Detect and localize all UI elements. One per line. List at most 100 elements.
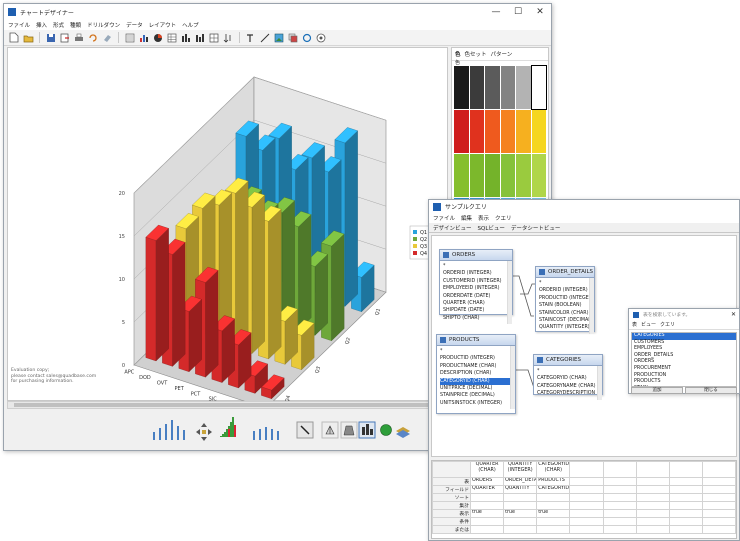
tab-design-view[interactable]: デザインビュー xyxy=(433,224,472,232)
empty-cell[interactable] xyxy=(668,525,703,534)
grid-cell[interactable]: ORDER_DETAILS xyxy=(503,477,538,486)
column-header[interactable]: QUARTER (CHAR) xyxy=(469,461,505,478)
help-icon[interactable] xyxy=(315,32,327,44)
column-header[interactable]: CATEGORYID (CHAR) xyxy=(536,461,571,478)
grid-cell[interactable] xyxy=(469,501,505,510)
empty-cell[interactable] xyxy=(635,485,670,494)
tab-datasheet-view[interactable]: データシートビュー xyxy=(511,224,561,232)
column-chart-icon[interactable] xyxy=(194,32,206,44)
table-icon[interactable] xyxy=(166,32,178,44)
field-item[interactable]: STAINCOST (DECIMAL) xyxy=(539,317,591,324)
empty-cell[interactable] xyxy=(701,509,737,518)
menu-layout[interactable]: レイアウト xyxy=(149,21,177,29)
table-list-item[interactable]: PROCUREMENT xyxy=(632,366,736,373)
field-item[interactable]: ORDERID (INTEGER) xyxy=(443,270,509,277)
field-item[interactable]: CATEGORYDESCRIPTION (CHAR) xyxy=(537,390,599,397)
menu-view[interactable]: 表示 xyxy=(478,214,489,222)
menu-query[interactable]: クエリ xyxy=(495,214,512,222)
column-header[interactable]: QUANTITY (INTEGER) xyxy=(503,461,538,478)
menu-file[interactable]: ファイル xyxy=(433,214,455,222)
empty-cell[interactable] xyxy=(635,477,670,486)
field-item[interactable]: UNITSINSTOCK (INTEGER) xyxy=(440,400,512,407)
empty-cell[interactable] xyxy=(701,517,737,526)
empty-cell[interactable] xyxy=(668,509,703,518)
field-item[interactable]: SHIPTO (CHAR) xyxy=(443,315,509,322)
empty-cell[interactable] xyxy=(602,493,637,502)
table-products[interactable]: PRODUCTS * PRODUCTID (INTEGER) PRODUCTNAME … xyxy=(436,334,516,414)
color-swatch[interactable] xyxy=(485,66,500,109)
color-swatch[interactable] xyxy=(516,110,531,153)
empty-cell[interactable] xyxy=(602,517,637,526)
dialog-close-icon[interactable]: ✕ xyxy=(731,311,739,318)
grid-cell[interactable] xyxy=(503,525,538,534)
chart-type-icon[interactable] xyxy=(138,32,150,44)
empty-cell[interactable] xyxy=(602,509,637,518)
field-item[interactable]: PRODUCTID (INTEGER) xyxy=(440,355,512,362)
color-swatch[interactable] xyxy=(516,154,531,197)
image-insert-icon[interactable] xyxy=(273,32,285,44)
grid-cell[interactable] xyxy=(469,525,505,534)
field-item[interactable]: PRODUCTID (INTEGER) xyxy=(539,295,591,302)
empty-cell[interactable] xyxy=(701,501,737,510)
grid-cell[interactable] xyxy=(536,501,571,510)
table-orders[interactable]: ORDERS * ORDERID (INTEGER) CUSTOMERID (INTE… xyxy=(439,249,513,325)
field-item[interactable]: EMPLOYEEID (INTEGER) xyxy=(443,285,509,292)
empty-cell[interactable] xyxy=(635,509,670,518)
menu-data[interactable]: データ xyxy=(126,21,143,29)
print-icon[interactable] xyxy=(73,32,85,44)
color-swatch[interactable] xyxy=(454,66,469,109)
depth-slider-icon[interactable] xyxy=(218,417,236,437)
empty-cell[interactable] xyxy=(668,461,703,478)
color-swatch[interactable] xyxy=(530,65,547,110)
empty-cell[interactable] xyxy=(635,517,670,526)
empty-cell[interactable] xyxy=(569,509,604,518)
empty-cell[interactable] xyxy=(701,485,737,494)
empty-cell[interactable] xyxy=(569,493,604,502)
sort-icon[interactable] xyxy=(222,32,234,44)
empty-cell[interactable] xyxy=(668,477,703,486)
grid-cell[interactable]: ORDERS xyxy=(469,477,505,486)
height-slider-icon[interactable] xyxy=(253,427,279,440)
eraser-icon[interactable] xyxy=(101,32,113,44)
field-item[interactable]: STAINPRICE (DECIMAL) xyxy=(440,392,512,399)
tab-tables[interactable]: 表 xyxy=(632,321,637,328)
empty-cell[interactable] xyxy=(602,485,637,494)
field-item[interactable]: QUANTITY (INTEGER) xyxy=(539,324,591,331)
grid-cell[interactable] xyxy=(536,517,571,526)
table-order-details[interactable]: ORDER_DETAILS * ORDERID (INTEGER) PRODUCTID… xyxy=(535,266,595,334)
color-swatch[interactable] xyxy=(531,110,546,153)
empty-cell[interactable] xyxy=(668,501,703,510)
grid-cell[interactable]: CATEGORYID xyxy=(536,485,571,494)
tab-color-set[interactable]: 色セット xyxy=(465,50,487,58)
field-item[interactable]: * xyxy=(537,368,599,375)
close-button[interactable]: ✕ xyxy=(529,7,551,17)
field-item[interactable]: QUARTER (CHAR) xyxy=(443,300,509,307)
text-icon[interactable] xyxy=(245,32,257,44)
bar-Q4-APC[interactable] xyxy=(145,224,169,362)
menu-insert[interactable]: 挿入 xyxy=(36,21,47,29)
color-swatch[interactable] xyxy=(531,154,546,197)
empty-cell[interactable] xyxy=(701,461,737,478)
empty-cell[interactable] xyxy=(602,477,637,486)
field-item[interactable]: ORDERID (INTEGER) xyxy=(539,287,591,294)
empty-cell[interactable] xyxy=(668,493,703,502)
light-source-icon[interactable] xyxy=(380,424,392,436)
copy-icon[interactable] xyxy=(287,32,299,44)
field-list-scrollbar[interactable] xyxy=(507,261,512,325)
minimize-button[interactable]: — xyxy=(485,7,507,17)
field-item[interactable]: STAINCOLOR (CHAR) xyxy=(539,310,591,317)
add-button[interactable]: 追加 xyxy=(631,387,683,394)
color-swatch[interactable] xyxy=(500,110,515,153)
line-draw-icon[interactable] xyxy=(259,32,271,44)
field-item[interactable]: CATEGORYID (CHAR) xyxy=(440,377,512,386)
empty-cell[interactable] xyxy=(635,493,670,502)
empty-cell[interactable] xyxy=(569,517,604,526)
page-setup-icon[interactable] xyxy=(124,32,136,44)
menu-format[interactable]: 形式 xyxy=(53,21,64,29)
tab-sql-view[interactable]: SQLビュー xyxy=(478,224,505,232)
menu-file[interactable]: ファイル xyxy=(8,21,30,29)
color-swatch[interactable] xyxy=(469,154,484,197)
maximize-button[interactable]: ☐ xyxy=(507,7,529,17)
table-header[interactable]: ORDERS xyxy=(440,250,512,261)
color-swatch[interactable] xyxy=(485,154,500,197)
